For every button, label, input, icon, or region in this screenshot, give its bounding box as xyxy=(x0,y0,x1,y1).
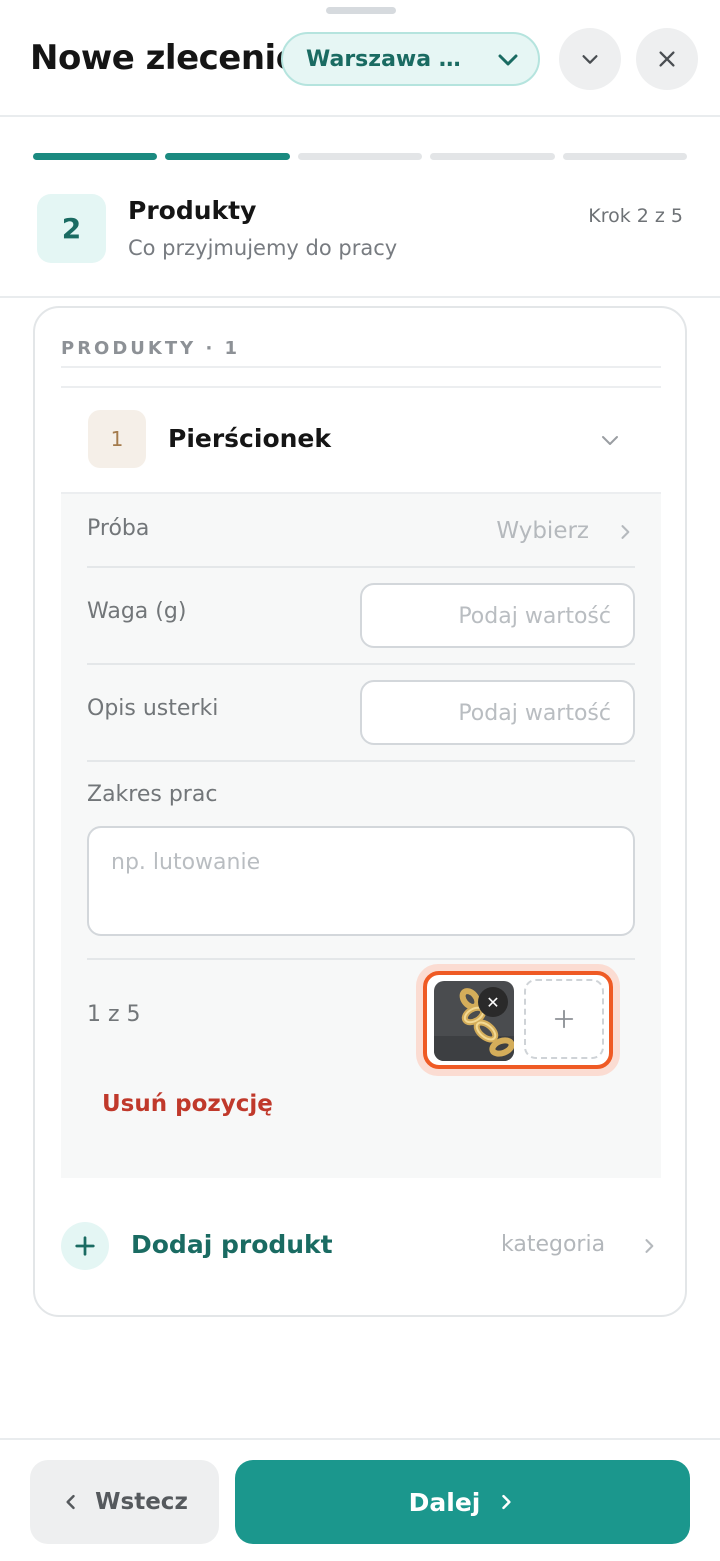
remove-item-button[interactable]: Usuń pozycję xyxy=(102,1091,273,1117)
step-progress xyxy=(33,153,688,161)
step-counter: Krok 2 z 5 xyxy=(588,205,683,227)
branch-selector[interactable]: Warszawa Centrum xyxy=(281,32,540,86)
next-button[interactable]: Dalej xyxy=(235,1460,690,1544)
product-item-header[interactable]: 1 Pierścionek xyxy=(61,388,661,492)
waga-input[interactable]: Podaj wartość xyxy=(360,583,635,648)
add-product-row[interactable]: Dodaj produkt kategoria xyxy=(61,1222,661,1270)
footer-bar: Wstecz Dalej xyxy=(0,1438,720,1561)
close-icon xyxy=(659,51,675,67)
opis-usterki-input[interactable]: Podaj wartość xyxy=(360,680,635,745)
product-name: Pierścionek xyxy=(168,424,332,453)
waga-label: Waga (g) xyxy=(87,599,187,624)
chevron-right-icon xyxy=(502,1494,511,1510)
divider xyxy=(61,366,661,368)
divider xyxy=(87,760,635,762)
photos-count: 1 z 5 xyxy=(87,1002,141,1027)
product-index-badge: 1 xyxy=(88,410,146,468)
add-product-icon xyxy=(61,1222,109,1270)
divider xyxy=(87,566,635,568)
chevron-down-icon xyxy=(582,55,598,64)
photo-thumbnail[interactable]: ✕ xyxy=(434,981,514,1061)
plus-icon xyxy=(75,1236,95,1256)
product-details: Próba Wybierz Waga (g) Podaj wartość Opi… xyxy=(61,492,661,1178)
step-segment xyxy=(297,153,423,160)
step-title: Produkty xyxy=(128,196,257,225)
proba-value: Wybierz xyxy=(496,518,589,544)
collapse-button[interactable] xyxy=(559,28,621,90)
branch-selector-label: Warszawa Centrum xyxy=(306,46,474,72)
step-info: 2 Produkty Co przyjmujemy do pracy Krok … xyxy=(0,180,720,298)
add-product-label: Dodaj produkt xyxy=(131,1230,333,1259)
back-button[interactable]: Wstecz xyxy=(30,1460,219,1544)
chevron-right-icon xyxy=(645,1239,654,1253)
plus-icon xyxy=(554,1009,574,1029)
step-segment xyxy=(430,153,555,160)
step-segment xyxy=(562,153,688,160)
proba-label: Próba xyxy=(87,516,150,541)
step-segment xyxy=(33,153,158,160)
products-card: PRODUKTY · 1 1 Pierścionek Próba Wybierz… xyxy=(33,306,687,1317)
add-photo-button[interactable] xyxy=(524,979,604,1059)
step-segment xyxy=(165,153,290,160)
section-label: PRODUKTY · 1 xyxy=(61,338,241,359)
header: Nowe zlecenie Warszawa Centrum xyxy=(0,0,720,117)
back-button-label: Wstecz xyxy=(95,1489,188,1515)
proba-row[interactable]: Próba Wybierz xyxy=(87,494,635,566)
next-button-label: Dalej xyxy=(408,1487,481,1517)
opis-usterki-label: Opis usterki xyxy=(87,696,219,721)
remove-photo-icon[interactable]: ✕ xyxy=(478,987,508,1017)
zakres-prac-label: Zakres prac xyxy=(87,782,218,807)
zakres-prac-textarea[interactable]: np. lutowanie xyxy=(87,826,635,936)
step-number-badge: 2 xyxy=(37,194,106,263)
chevron-down-icon xyxy=(498,54,518,66)
close-button[interactable] xyxy=(636,28,698,90)
chevron-right-icon xyxy=(621,525,630,539)
chevron-left-icon xyxy=(66,1494,75,1510)
photo-strip: ✕ xyxy=(416,964,620,1076)
step-subtitle: Co przyjmujemy do pracy xyxy=(128,236,398,260)
divider xyxy=(87,958,635,960)
chevron-down-icon[interactable] xyxy=(598,428,622,452)
page-title: Nowe zlecenie xyxy=(30,38,299,78)
divider xyxy=(87,663,635,665)
add-product-category-hint: kategoria xyxy=(501,1232,606,1257)
